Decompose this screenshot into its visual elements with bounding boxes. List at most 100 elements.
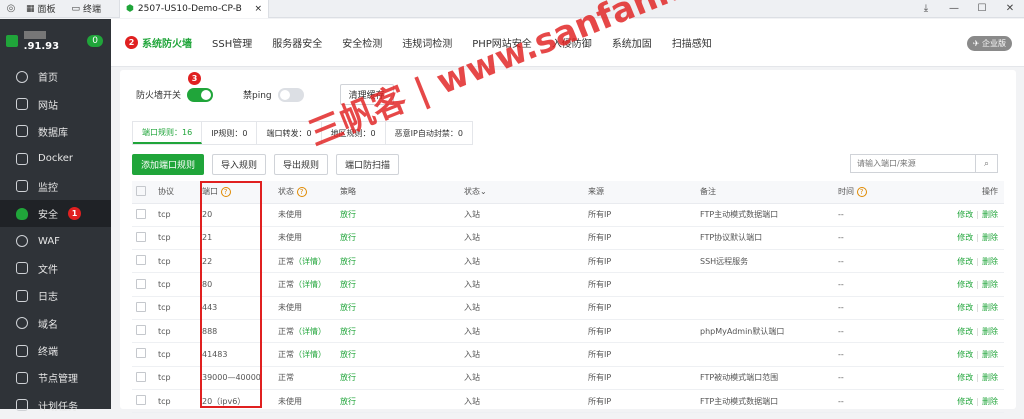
tab-malicious-ip[interactable]: 恶意IP自动封禁：0 <box>386 122 472 144</box>
sidebar-item-files[interactable]: 文件 <box>0 255 111 282</box>
delete-link[interactable]: 删除 <box>982 210 998 219</box>
row-checkbox[interactable] <box>136 371 146 382</box>
detail-link[interactable]: （详情） <box>294 327 326 336</box>
tab-hardening[interactable]: 系统加固 <box>602 19 662 67</box>
cell-ops: 修改 | 删除 <box>944 249 1004 274</box>
row-checkbox[interactable] <box>136 255 146 266</box>
port-anti-scan-button[interactable]: 端口防扫描 <box>336 154 400 175</box>
tab-ssh[interactable]: SSH管理 <box>202 19 262 67</box>
tab-php-security[interactable]: PHP网站安全 <box>462 19 542 67</box>
table-row: tcp 39000—40000 正常 放行 入站 所有IP FTP被动模式端口范围 -- 修改 |… <box>132 366 1004 390</box>
edit-link[interactable]: 修改 <box>957 303 973 312</box>
maximize-button[interactable]: ☐ <box>968 0 996 18</box>
edit-link[interactable]: 修改 <box>957 210 973 219</box>
edit-link[interactable]: 修改 <box>957 233 973 242</box>
separator: | <box>976 303 979 313</box>
tab-port-forward[interactable]: 端口转发：0 <box>257 122 322 144</box>
help-icon[interactable]: ? <box>220 187 231 198</box>
panel-button[interactable]: ▦ 面板 <box>18 0 64 18</box>
tab-word-check[interactable]: 违规词检测 <box>392 19 462 67</box>
delete-link[interactable]: 删除 <box>982 257 998 266</box>
sidebar-item-home[interactable]: 首页 <box>0 63 111 90</box>
row-checkbox[interactable] <box>136 278 146 289</box>
sidebar-item-security[interactable]: 安全 1 <box>0 199 111 228</box>
sidebar-item-website[interactable]: 网站 <box>0 90 111 117</box>
cell-time: -- <box>834 366 944 390</box>
sidebar-item-terminal[interactable]: 终端 <box>0 337 111 364</box>
row-checkbox[interactable] <box>136 301 146 312</box>
tab-intrusion[interactable]: 入侵防御 <box>542 19 602 67</box>
tab-server-security[interactable]: 服务器安全 <box>262 19 332 67</box>
close-tab-icon[interactable]: × <box>255 4 263 14</box>
sidebar: .91.93 0 首页 网站 数据库 Docker 监控 安全 1 WAF 文件 … <box>0 19 111 413</box>
add-port-rule-button[interactable]: 添加端口规则 <box>132 154 205 175</box>
sidebar-item-logs[interactable]: 日志 <box>0 282 111 309</box>
terminal-button[interactable]: ▭ 终端 <box>64 0 110 18</box>
download-icon[interactable]: ⤓ <box>912 0 940 18</box>
cell-remark: FTP主动模式数据端口 <box>696 203 834 227</box>
tab-scan-aware[interactable]: 扫描感知 <box>662 19 722 67</box>
tab-system-firewall[interactable]: 2 系统防火墙 <box>115 19 202 67</box>
cell-policy: 放行 <box>336 342 460 367</box>
sidebar-item-docker[interactable]: Docker <box>0 145 111 172</box>
ping-switch-label: 禁ping <box>243 91 272 101</box>
delete-link[interactable]: 删除 <box>982 303 998 312</box>
edit-link[interactable]: 修改 <box>957 373 973 382</box>
detail-link[interactable]: （详情） <box>294 280 326 289</box>
detail-link[interactable]: （详情） <box>294 350 326 359</box>
terminal-icon: ▭ <box>71 3 81 14</box>
sidebar-item-waf[interactable]: WAF <box>0 227 111 254</box>
edit-link[interactable]: 修改 <box>957 257 973 266</box>
server-info[interactable]: .91.93 0 <box>0 19 111 63</box>
separator: | <box>976 349 979 359</box>
sidebar-item-cron[interactable]: 计划任务 <box>0 392 111 419</box>
sidebar-item-nodes[interactable]: 节点管理 <box>0 364 111 391</box>
close-button[interactable]: ✕ <box>996 0 1024 18</box>
tab-ip-rules[interactable]: IP规则：0 <box>202 122 258 144</box>
edit-link[interactable]: 修改 <box>957 397 973 406</box>
sidebar-item-monitor[interactable]: 监控 <box>0 173 111 200</box>
tab-port-rules[interactable]: 端口规则：16 <box>133 122 203 144</box>
delete-link[interactable]: 删除 <box>982 373 998 382</box>
separator: | <box>976 396 979 406</box>
tab-security-check[interactable]: 安全检测 <box>332 19 392 67</box>
search-icon[interactable]: ⌕ <box>976 154 998 173</box>
delete-link[interactable]: 删除 <box>982 280 998 289</box>
clear-cache-button[interactable]: 清理缓存 <box>339 84 394 105</box>
minimize-button[interactable]: — <box>940 0 968 18</box>
cell-status: 正常（详情） <box>274 319 336 344</box>
detail-link[interactable]: （详情） <box>294 257 326 266</box>
edit-link[interactable]: 修改 <box>957 327 973 336</box>
enterprise-badge[interactable]: ✈ 企业版 <box>966 36 1012 51</box>
header-protocol: 协议 <box>154 181 198 204</box>
server-logo-icon <box>6 35 18 47</box>
cell-ops: 修改 | 删除 <box>944 296 1004 320</box>
tab-region-rules[interactable]: 地区规则：0 <box>322 122 386 144</box>
row-checkbox[interactable] <box>136 348 146 359</box>
header-direction[interactable]: 状态⌄ <box>460 181 584 204</box>
edit-link[interactable]: 修改 <box>957 280 973 289</box>
delete-link[interactable]: 删除 <box>982 327 998 336</box>
tab-server[interactable]: ⬢ 2507-US10-Demo-CP-B × <box>119 0 270 18</box>
export-rules-button[interactable]: 导出规则 <box>274 154 329 175</box>
row-checkbox[interactable] <box>136 395 146 406</box>
row-checkbox[interactable] <box>136 231 146 242</box>
edit-link[interactable]: 修改 <box>957 350 973 359</box>
import-rules-button[interactable]: 导入规则 <box>212 154 267 175</box>
search-input[interactable] <box>850 154 976 173</box>
row-checkbox[interactable] <box>136 325 146 336</box>
row-select-cell <box>132 389 154 414</box>
delete-link[interactable]: 删除 <box>982 350 998 359</box>
help-icon[interactable]: ? <box>856 187 867 198</box>
cell-protocol: tcp <box>154 272 198 297</box>
delete-link[interactable]: 删除 <box>982 397 998 406</box>
select-all-checkbox[interactable] <box>136 185 146 196</box>
ping-switch[interactable] <box>277 87 304 102</box>
sidebar-item-domain[interactable]: 域名 <box>0 310 111 337</box>
row-checkbox[interactable] <box>136 208 146 219</box>
delete-link[interactable]: 删除 <box>982 233 998 242</box>
firewall-switch[interactable] <box>187 87 214 102</box>
sidebar-item-database[interactable]: 数据库 <box>0 118 111 145</box>
user-icon[interactable]: ◎ <box>4 2 18 16</box>
help-icon[interactable]: ? <box>296 187 307 198</box>
